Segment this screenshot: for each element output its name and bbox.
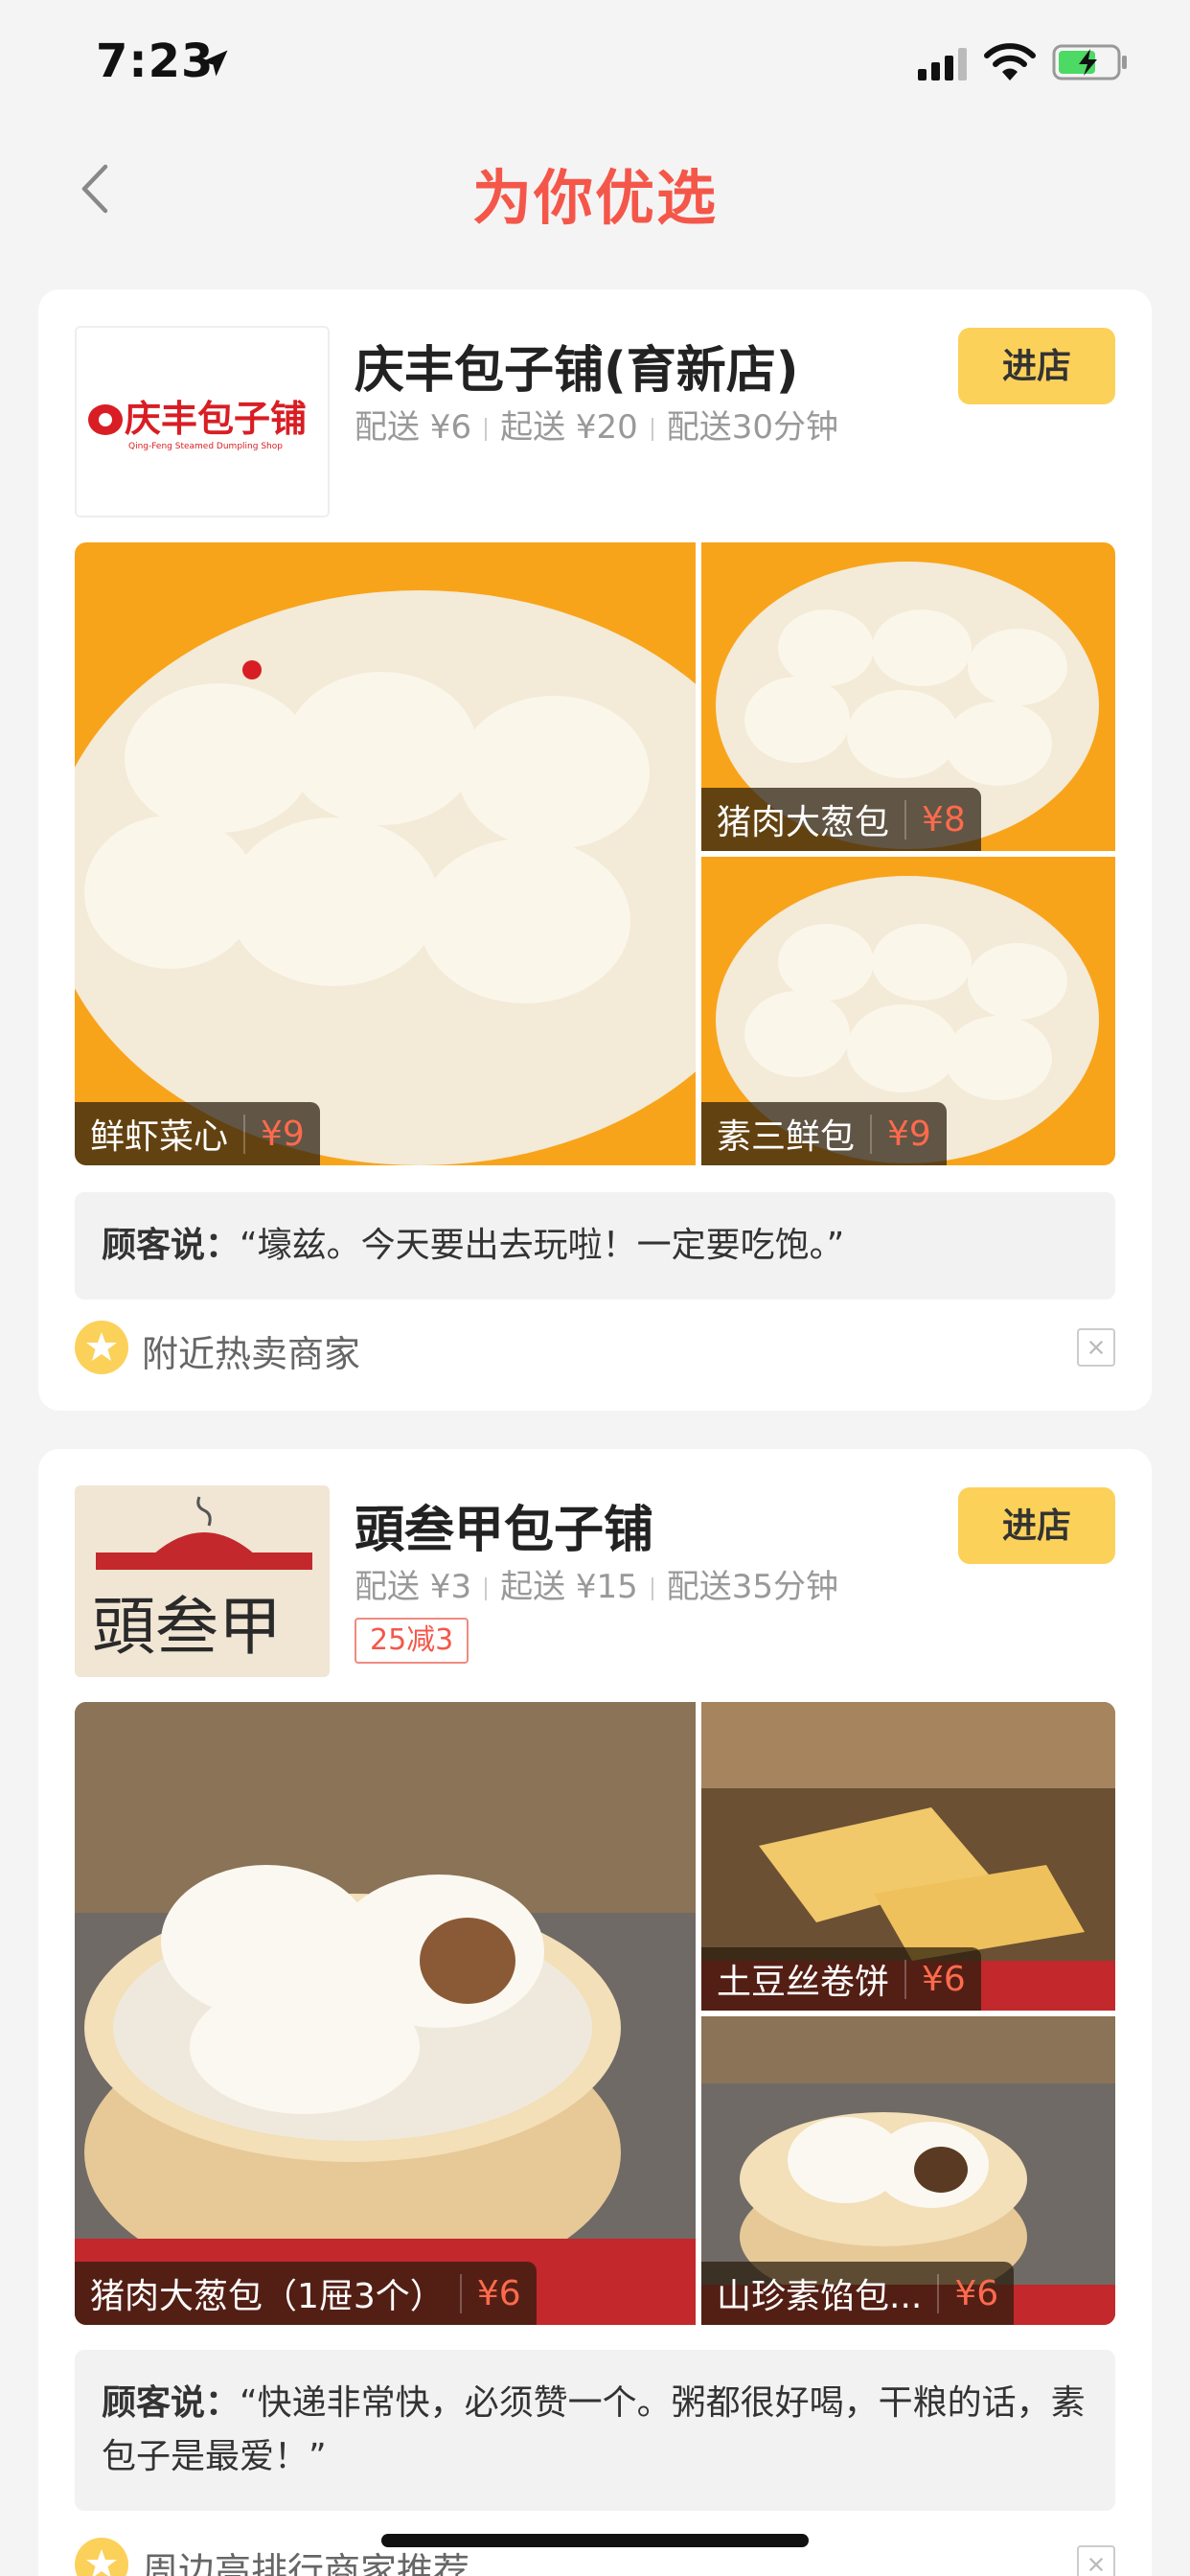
enter-shop-button[interactable]: 进店 (958, 1487, 1115, 1564)
dish-label: 素三鲜包 ¥9 (701, 1102, 947, 1165)
dish-photo-grid: 猪肉大葱包（1屉3个） ¥6 土豆丝卷饼 ¥6 山珍素馅包... ¥6 (75, 1702, 1115, 2325)
status-bar: 7:23 (0, 0, 1190, 126)
home-indicator[interactable] (381, 2534, 809, 2547)
delivery-fee: 配送 ¥3 (355, 1568, 472, 1606)
customer-review: 顾客说：“壕兹。今天要出去玩啦！一定要吃饱。” (75, 1192, 1115, 1300)
shop-name[interactable]: 庆丰包子铺(育新店) (355, 330, 799, 402)
recommendation-row: 附近热卖商家 (75, 1321, 1115, 1378)
dish-price: ¥6 (937, 2273, 1014, 2313)
close-icon[interactable] (1077, 1328, 1115, 1367)
close-icon[interactable] (1077, 2545, 1115, 2576)
dish-name: 素三鲜包 (717, 1117, 856, 1157)
customer-review: 顾客说：“快递非常快，必须赞一个。粥都很好喝，干粮的话，素包子是最爱！” (75, 2350, 1115, 2511)
dish-price: ¥6 (904, 1959, 981, 1999)
dish-name: 山珍素馅包... (717, 2277, 923, 2316)
dish-label: 猪肉大葱包 ¥8 (701, 788, 981, 851)
shop-name[interactable]: 頭叁甲包子铺 (355, 1489, 653, 1561)
dish-price: ¥9 (243, 1114, 320, 1154)
divider (651, 417, 653, 441)
shop-meta: 配送 ¥3 起送 ¥15 配送35分钟 (355, 1560, 838, 1607)
dish-name: 土豆丝卷饼 (717, 1963, 890, 2002)
dish-name: 猪肉大葱包（1屉3个） (90, 2277, 445, 2316)
dish-photo[interactable]: 鲜虾菜心 ¥9 (75, 542, 696, 1165)
delivery-time: 配送30分钟 (666, 408, 839, 447)
shop-card[interactable]: 頭叁甲 頭叁甲包子铺 配送 ¥3 起送 ¥15 配送35分钟 25减3 进店 猪… (38, 1449, 1152, 2576)
shop-logo: 頭叁甲 (75, 1485, 330, 1677)
divider (485, 417, 488, 441)
dish-label: 山珍素馅包... ¥6 (701, 2262, 1015, 2325)
star-badge-icon (75, 1321, 128, 1374)
battery-charging-icon (1052, 44, 1127, 80)
nav-bar: 为你优选 (0, 126, 1190, 261)
shop-logo: 庆丰包子铺 Qing-Feng Steamed Dumpling Shop (75, 326, 330, 518)
logo-subtext: Qing-Feng Steamed Dumpling Shop (128, 442, 283, 451)
dish-label: 土豆丝卷饼 ¥6 (701, 1947, 981, 2011)
status-time: 7:23 (96, 34, 215, 88)
logo-text: 庆丰包子铺 (125, 398, 307, 440)
review-label: 顾客说： (102, 2383, 240, 2423)
review-text: “快递非常快，必须赞一个。粥都很好喝，干粮的话，素包子是最爱！” (102, 2383, 1086, 2476)
screen: 7:23 为你优选 庆丰包子铺 Qing-Feng Steamed Dumpli… (0, 0, 1190, 2576)
cellular-signal-icon (918, 48, 967, 80)
enter-shop-button[interactable]: 进店 (958, 328, 1115, 404)
divider (651, 1576, 653, 1600)
min-order: 起送 ¥20 (500, 408, 638, 447)
review-text: “壕兹。今天要出去玩啦！一定要吃饱。” (240, 1226, 845, 1265)
dish-label: 鲜虾菜心 ¥9 (75, 1102, 320, 1165)
shop-card[interactable]: 庆丰包子铺 Qing-Feng Steamed Dumpling Shop 庆丰… (38, 289, 1152, 1411)
star-badge-icon (75, 2538, 128, 2576)
wifi-icon (984, 43, 1036, 80)
dish-photo[interactable]: 山珍素馅包... ¥6 (701, 2016, 1115, 2325)
dish-name: 猪肉大葱包 (717, 803, 890, 842)
dish-name: 鲜虾菜心 (90, 1117, 229, 1157)
shop-meta: 配送 ¥6 起送 ¥20 配送30分钟 (355, 401, 838, 448)
dish-price: ¥6 (459, 2273, 537, 2313)
promo-tag: 25减3 (355, 1618, 469, 1664)
dish-price: ¥8 (904, 799, 981, 840)
dish-label: 猪肉大葱包（1屉3个） ¥6 (75, 2262, 537, 2325)
dish-photo-grid: 鲜虾菜心 ¥9 猪肉大葱包 ¥8 素三鲜包 ¥9 (75, 542, 1115, 1165)
logo-text: 頭叁甲 (92, 1590, 282, 1664)
delivery-fee: 配送 ¥6 (355, 408, 472, 447)
dish-photo[interactable]: 猪肉大葱包（1屉3个） ¥6 (75, 1702, 696, 2325)
page-title: 为你优选 (471, 163, 718, 233)
dish-photo[interactable]: 土豆丝卷饼 ¥6 (701, 1702, 1115, 2011)
min-order: 起送 ¥15 (500, 1568, 638, 1606)
divider (485, 1576, 488, 1600)
dish-price: ¥9 (870, 1114, 947, 1154)
delivery-time: 配送35分钟 (666, 1568, 839, 1606)
dish-photo[interactable]: 猪肉大葱包 ¥8 (701, 542, 1115, 851)
location-arrow-icon (201, 50, 228, 77)
dish-photo[interactable]: 素三鲜包 ¥9 (701, 857, 1115, 1165)
review-label: 顾客说： (102, 1226, 240, 1265)
recommendation-text: 附近热卖商家 (142, 1333, 361, 1375)
